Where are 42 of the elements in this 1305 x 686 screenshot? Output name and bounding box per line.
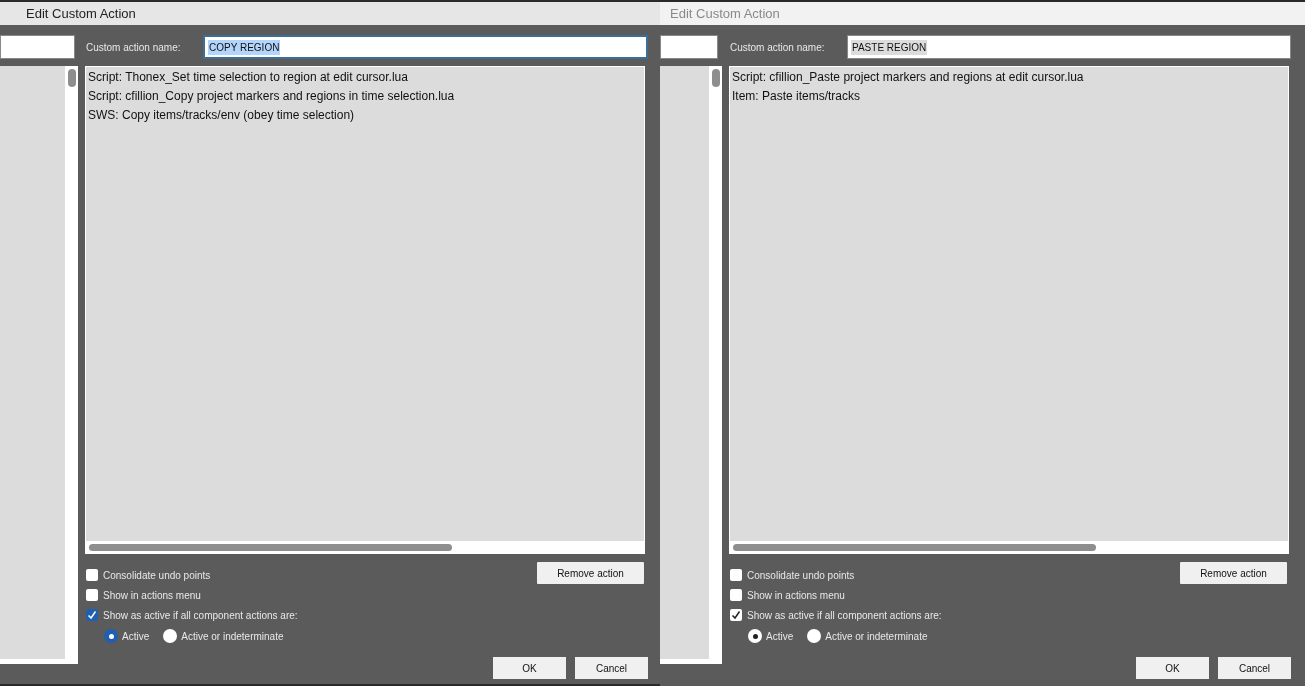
radio-label: Active bbox=[766, 629, 794, 644]
radio-label: Active or indeterminate bbox=[181, 629, 284, 644]
checkbox[interactable] bbox=[730, 589, 742, 601]
radio-button[interactable] bbox=[163, 629, 178, 643]
scrollbar-thumb[interactable] bbox=[733, 543, 1096, 551]
radio-button[interactable] bbox=[104, 629, 118, 643]
radio-button[interactable] bbox=[807, 629, 822, 643]
ok-button[interactable]: OK bbox=[1136, 657, 1209, 679]
ok-button[interactable]: OK bbox=[493, 657, 566, 679]
checkbox-label: Show in actions menu bbox=[103, 588, 201, 603]
checkbox-label: Consolidate undo points bbox=[103, 568, 211, 583]
text-field[interactable] bbox=[660, 35, 718, 59]
radio-button[interactable] bbox=[748, 629, 762, 643]
radio-label: Active or indeterminate bbox=[825, 629, 928, 644]
field-label: Custom action name: bbox=[729, 40, 826, 55]
remove-action-button[interactable]: Remove action bbox=[1180, 562, 1287, 584]
scrollbar-thumb[interactable] bbox=[711, 69, 720, 87]
name-input[interactable]: PASTE REGION bbox=[847, 35, 1291, 59]
window-title: Edit Custom Action bbox=[25, 4, 136, 23]
checkbox-label: Show as active if all component actions are: bbox=[103, 608, 298, 623]
remove-action-button[interactable]: Remove action bbox=[537, 562, 644, 584]
checkbox[interactable] bbox=[86, 589, 98, 601]
checkbox[interactable] bbox=[730, 569, 742, 581]
text-field[interactable] bbox=[0, 35, 75, 59]
checkbox-label: Show in actions menu bbox=[747, 588, 845, 603]
radio-label: Active bbox=[122, 629, 150, 644]
action-item[interactable]: Script: Thonex_Set time selection to region at edit cursor.lua bbox=[88, 68, 644, 87]
scrollbar-thumb[interactable] bbox=[67, 69, 76, 87]
action-item[interactable]: SWS: Copy items/tracks/env (obey time selection) bbox=[88, 106, 644, 125]
name-input[interactable]: COPY REGION bbox=[203, 35, 648, 59]
action-item[interactable]: Script: cfillion_Paste project markers and regions at edit cursor.lua bbox=[732, 68, 1288, 87]
cancel-button[interactable]: Cancel bbox=[1218, 657, 1291, 679]
cancel-button[interactable]: Cancel bbox=[575, 657, 648, 679]
window-title: Edit Custom Action bbox=[669, 4, 780, 23]
checkbox-label: Show as active if all component actions are: bbox=[747, 608, 942, 623]
checkbox[interactable] bbox=[730, 609, 742, 621]
scrollbar-thumb[interactable] bbox=[89, 543, 452, 551]
checkbox-label: Consolidate undo points bbox=[747, 568, 855, 583]
action-item[interactable]: Script: cfillion_Copy project markers and regions in time selection.lua bbox=[88, 87, 644, 106]
field-label: Custom action name: bbox=[85, 40, 182, 55]
action-item[interactable]: Item: Paste items/tracks bbox=[732, 87, 1288, 106]
checkbox[interactable] bbox=[86, 569, 98, 581]
